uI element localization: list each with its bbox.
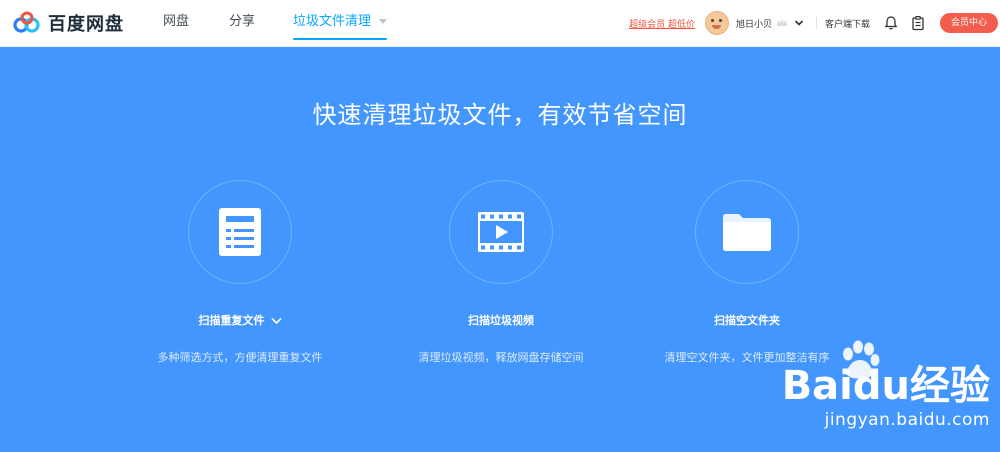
avatar[interactable] bbox=[704, 11, 729, 35]
scan-videos-button[interactable] bbox=[449, 180, 553, 284]
scan-duplicates-button[interactable] bbox=[188, 180, 292, 284]
card-description: 清理垃圾视频，释放网盘存储空间 bbox=[418, 351, 584, 364]
vip-promo-link[interactable]: 超级会员 超低价 bbox=[629, 17, 695, 30]
card-scan-videos: 扫描垃圾视频 清理垃圾视频，释放网盘存储空间 bbox=[391, 180, 611, 365]
card-description: 多种筛选方式，方便清理重复文件 bbox=[157, 351, 323, 364]
watermark-brand: Baidu经验 bbox=[781, 363, 990, 409]
card-title[interactable]: 扫描空文件夹 bbox=[637, 312, 857, 328]
main-nav: 网盘 分享 垃圾文件清理 bbox=[150, 0, 427, 46]
document-list-icon bbox=[219, 208, 261, 256]
top-bar: 百度网盘 网盘 分享 垃圾文件清理 超级会员 超低价 旭日小贝 客户端下载 会员… bbox=[0, 0, 1000, 47]
caret-down-icon bbox=[379, 19, 388, 24]
baidu-cloud-logo-icon bbox=[13, 11, 40, 33]
nav-item-label: 垃圾文件清理 bbox=[293, 14, 372, 29]
logo[interactable]: 百度网盘 bbox=[12, 10, 124, 36]
chevron-down-icon[interactable] bbox=[794, 18, 804, 28]
card-scan-empty-folders: 扫描空文件夹 清理空文件夹，文件更加整洁有序 bbox=[637, 180, 857, 365]
member-center-button[interactable]: 会员中心 bbox=[940, 13, 998, 33]
client-download-link[interactable]: 客户端下载 bbox=[825, 17, 870, 30]
folder-icon bbox=[723, 214, 771, 251]
nav-item-netdisk[interactable]: 网盘 bbox=[163, 0, 189, 46]
scan-empty-folders-button[interactable] bbox=[695, 180, 799, 284]
nav-item-share[interactable]: 分享 bbox=[229, 0, 255, 46]
chevron-down-icon[interactable] bbox=[270, 317, 282, 325]
card-scan-duplicates: 扫描重复文件 多种筛选方式，方便清理重复文件 bbox=[130, 180, 350, 365]
clipboard-icon[interactable] bbox=[910, 15, 926, 31]
crown-badge-icon bbox=[776, 19, 787, 26]
watermark-url: jingyan.baidu.com bbox=[824, 410, 990, 430]
header-right: 超级会员 超低价 旭日小贝 客户端下载 会员中心 bbox=[629, 0, 1000, 46]
card-title[interactable]: 扫描垃圾视频 bbox=[391, 312, 611, 328]
bell-icon[interactable] bbox=[883, 15, 899, 31]
cleanup-panel: 快速清理垃圾文件，有效节省空间 扫描重复文件 多种筛选方式，方便清理重复文件 扫… bbox=[0, 47, 1000, 452]
nav-item-label: 分享 bbox=[229, 14, 256, 29]
divider bbox=[815, 17, 817, 29]
page-title: 快速清理垃圾文件，有效节省空间 bbox=[312, 101, 688, 129]
film-play-icon bbox=[478, 212, 524, 252]
username[interactable]: 旭日小贝 bbox=[736, 17, 772, 30]
nav-item-label: 网盘 bbox=[163, 14, 190, 29]
logo-text: 百度网盘 bbox=[48, 14, 124, 35]
card-title[interactable]: 扫描重复文件 bbox=[130, 312, 350, 328]
card-title-text: 扫描重复文件 bbox=[198, 314, 265, 327]
nav-item-junk-cleanup[interactable]: 垃圾文件清理 bbox=[293, 0, 388, 46]
baidu-jingyan-watermark: Baidu经验 jingyan.baidu.com bbox=[782, 366, 990, 430]
